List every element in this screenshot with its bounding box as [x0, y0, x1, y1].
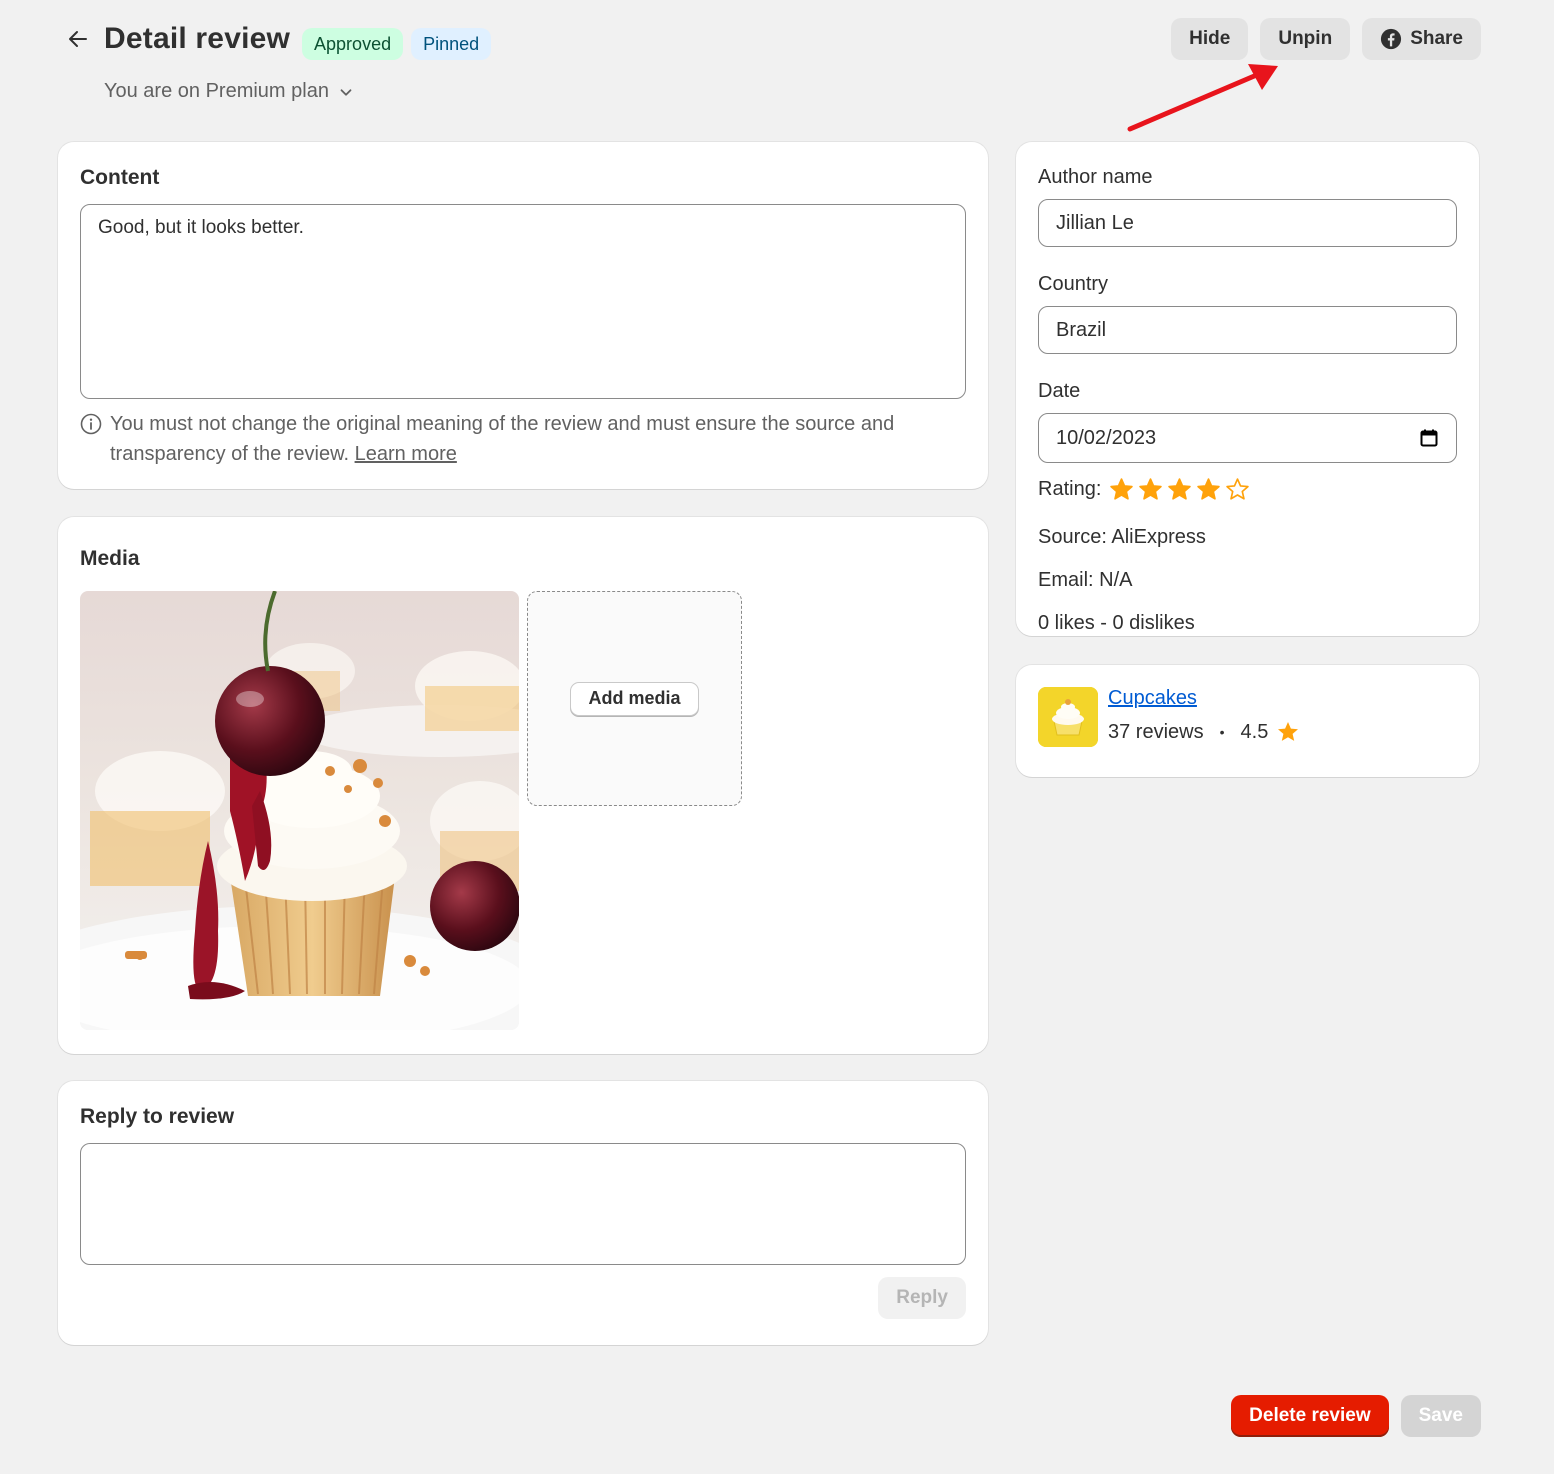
date-label: Date [1038, 380, 1081, 402]
media-title: Media [80, 547, 140, 570]
reply-actions: Reply [80, 1277, 966, 1319]
content-textarea[interactable]: Good, but it looks better. [80, 204, 966, 399]
notice-text: You must not change the original meaning… [110, 413, 895, 465]
product-meta: 37 reviews • 4.5 [1108, 720, 1300, 744]
star-empty-icon[interactable] [1225, 477, 1250, 502]
hide-button[interactable]: Hide [1171, 18, 1249, 60]
meta-separator: • [1219, 724, 1225, 740]
unpin-button[interactable]: Unpin [1260, 18, 1351, 60]
plan-selector[interactable]: You are on Premium plan [104, 80, 355, 103]
email-text: Email: N/A [1038, 569, 1133, 591]
product-card: Cupcakes 37 reviews • 4.5 [1016, 665, 1479, 777]
country-input[interactable]: Brazil [1038, 306, 1457, 354]
content-notice: You must not change the original meaning… [80, 409, 966, 469]
plan-label: You are on Premium plan [104, 80, 329, 102]
star-filled-icon[interactable] [1167, 477, 1192, 502]
status-badge-approved: Approved [302, 28, 404, 60]
author-name-label: Author name [1038, 166, 1153, 188]
rating-row: Rating: [1038, 477, 1457, 502]
annotation-arrow-icon [1127, 64, 1278, 132]
facebook-icon [1381, 28, 1402, 50]
save-button[interactable]: Save [1400, 1395, 1481, 1437]
product-score: 4.5 [1240, 720, 1269, 743]
calendar-icon[interactable] [1419, 428, 1439, 448]
cupcake-thumbnail-image [1038, 687, 1098, 747]
page-title: Detail review [104, 22, 291, 55]
media-row: Add media [80, 591, 966, 1030]
delete-review-button[interactable]: Delete review [1231, 1395, 1389, 1437]
add-media-dropzone[interactable]: Add media [527, 591, 742, 806]
page-actions: Hide Unpin Share [1171, 18, 1481, 60]
add-media-button[interactable]: Add media [570, 681, 699, 716]
chevron-down-icon [340, 88, 352, 96]
content-title: Content [80, 166, 160, 189]
reply-textarea[interactable] [80, 1143, 966, 1265]
likes-text: 0 likes - 0 dislikes [1038, 612, 1195, 634]
reply-title: Reply to review [80, 1105, 235, 1128]
notice-text-wrapper: You must not change the original meaning… [110, 409, 966, 469]
author-name-value: Jillian Le [1056, 211, 1134, 234]
country-value: Brazil [1056, 318, 1107, 341]
info-icon [80, 413, 102, 435]
source-text: Source: AliExpress [1038, 526, 1206, 548]
star-filled-icon [1278, 722, 1299, 741]
product-thumbnail[interactable] [1038, 687, 1098, 747]
date-value: 10/02/2023 [1056, 426, 1157, 449]
star-filled-icon[interactable] [1196, 477, 1221, 502]
status-badge-pinned: Pinned [411, 28, 492, 60]
star-filled-icon[interactable] [1109, 477, 1134, 502]
product-name-link[interactable]: Cupcakes [1108, 687, 1300, 710]
star-filled-icon[interactable] [1138, 477, 1163, 502]
media-card: Media Add media [58, 517, 988, 1054]
learn-more-link[interactable]: Learn more [355, 443, 457, 465]
share-label: Share [1410, 28, 1463, 49]
page-header: Detail review Approved Pinned [62, 18, 492, 60]
product-review-count: 37 reviews [1108, 720, 1204, 743]
reply-card: Reply to review Reply [58, 1081, 988, 1345]
country-label: Country [1038, 273, 1109, 295]
back-button[interactable] [62, 19, 94, 59]
rating-stars[interactable] [1109, 477, 1250, 502]
review-info-card: Author name Jillian Le Country Brazil Da… [1016, 142, 1479, 636]
arrow-left-icon [69, 31, 87, 47]
product-details: Cupcakes 37 reviews • 4.5 [1108, 687, 1300, 755]
author-name-input[interactable]: Jillian Le [1038, 199, 1457, 247]
media-image-cupcake[interactable] [80, 591, 519, 1030]
share-button[interactable]: Share [1362, 18, 1481, 60]
cupcake-photo [80, 591, 519, 1030]
rating-label: Rating: [1038, 478, 1102, 500]
reply-button[interactable]: Reply [878, 1277, 966, 1319]
content-card: Content Good, but it looks better. You m… [58, 142, 988, 489]
date-input[interactable]: 10/02/2023 [1038, 413, 1457, 463]
footer-actions: Delete review Save [1231, 1395, 1481, 1437]
